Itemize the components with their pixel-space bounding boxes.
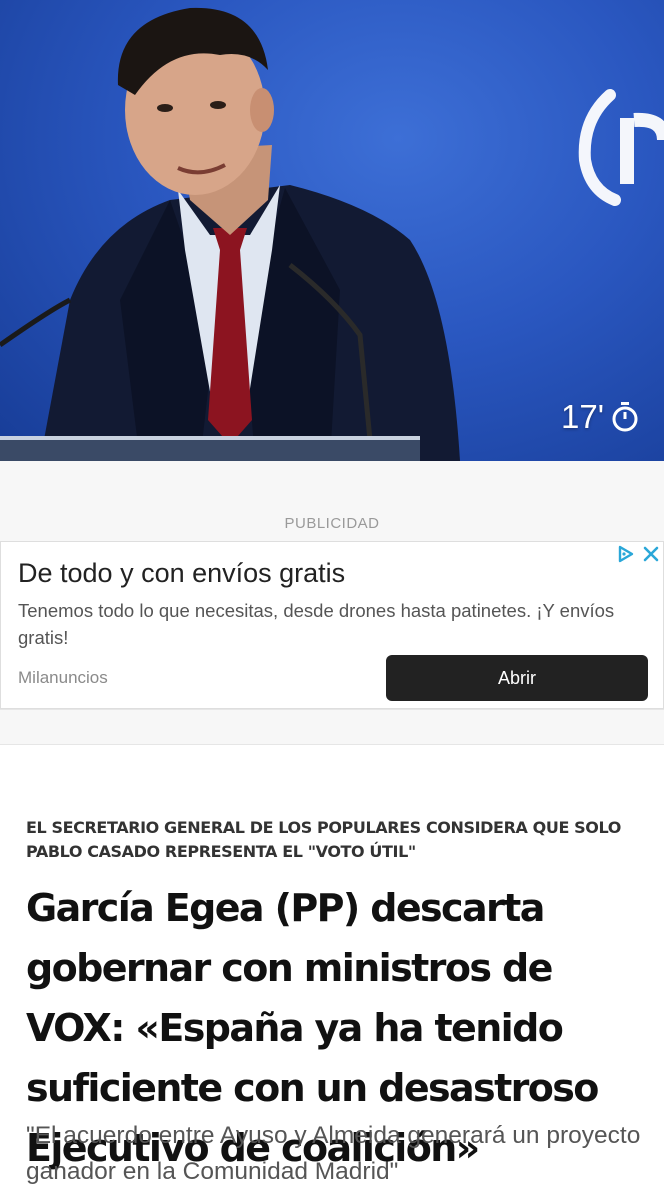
ad-description: Tenemos todo lo que necesitas, desde dro… [18,600,615,648]
stopwatch-icon [612,402,638,432]
article-subtitle: "El acuerdo entre Ayuso y Almeida genera… [26,1122,641,1185]
ad-controls [615,544,661,564]
close-icon[interactable] [641,544,661,564]
adchoices-icon[interactable] [615,544,635,564]
ad-open-button[interactable]: Abrir [386,655,648,701]
article-kicker: EL SECRETARIO GENERAL DE LOS POPULARES C… [26,818,621,861]
read-time-value: 17' [560,398,604,435]
separator [0,709,664,745]
party-logo [578,89,664,206]
speaker-photo [0,7,664,461]
ad-headline[interactable]: De todo y con envíos gratis [18,556,608,590]
separator [0,461,664,508]
ad-advertiser: Milanuncios [18,668,108,687]
read-time: 17' [561,398,638,436]
ad-label: PUBLICIDAD [0,507,664,541]
ad-card[interactable]: De todo y con envíos gratis Tenemos todo… [0,541,664,709]
hero-image[interactable]: 17' [0,0,664,461]
